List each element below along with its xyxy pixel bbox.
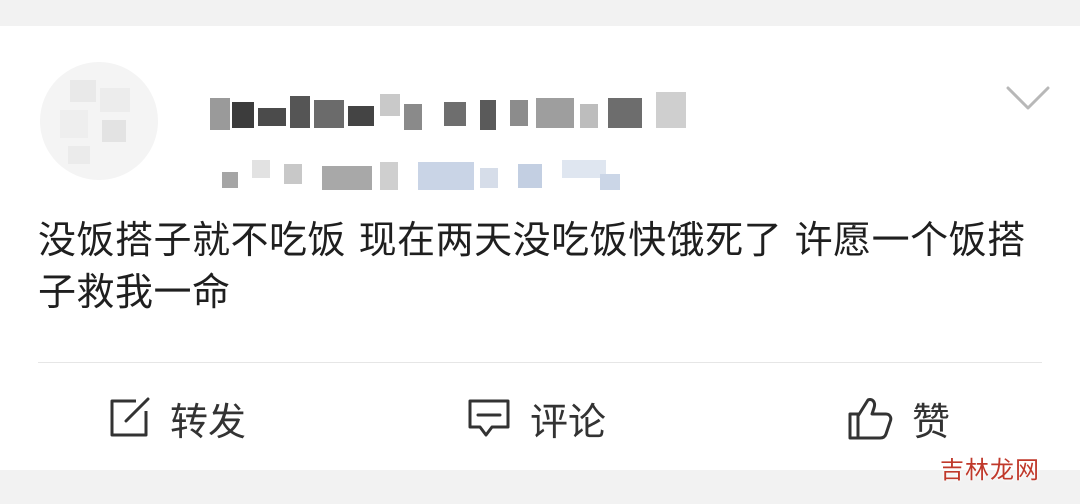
like-button[interactable]: 赞	[846, 390, 950, 446]
username-blurred[interactable]	[210, 92, 690, 130]
comment-label: 评论	[530, 399, 607, 444]
post-text: 没饭搭子就不吃饭 现在两天没吃饭快饿死了 许愿一个饭搭子救我一命	[38, 218, 1026, 314]
more-options-button[interactable]	[1004, 84, 1052, 112]
share-edit-icon	[110, 397, 150, 437]
like-label: 赞	[912, 399, 951, 444]
repost-button[interactable]: 转发	[106, 390, 246, 446]
post-meta-blurred	[222, 160, 632, 190]
comment-bubble-icon	[468, 399, 510, 437]
comment-button[interactable]: 评论	[466, 390, 606, 446]
avatar[interactable]	[40, 62, 158, 180]
thumbs-up-icon	[848, 398, 893, 440]
watermark: 吉林龙网	[940, 456, 1040, 484]
repost-label: 转发	[170, 399, 247, 444]
chevron-down-icon	[1006, 86, 1050, 110]
divider	[38, 362, 1042, 363]
